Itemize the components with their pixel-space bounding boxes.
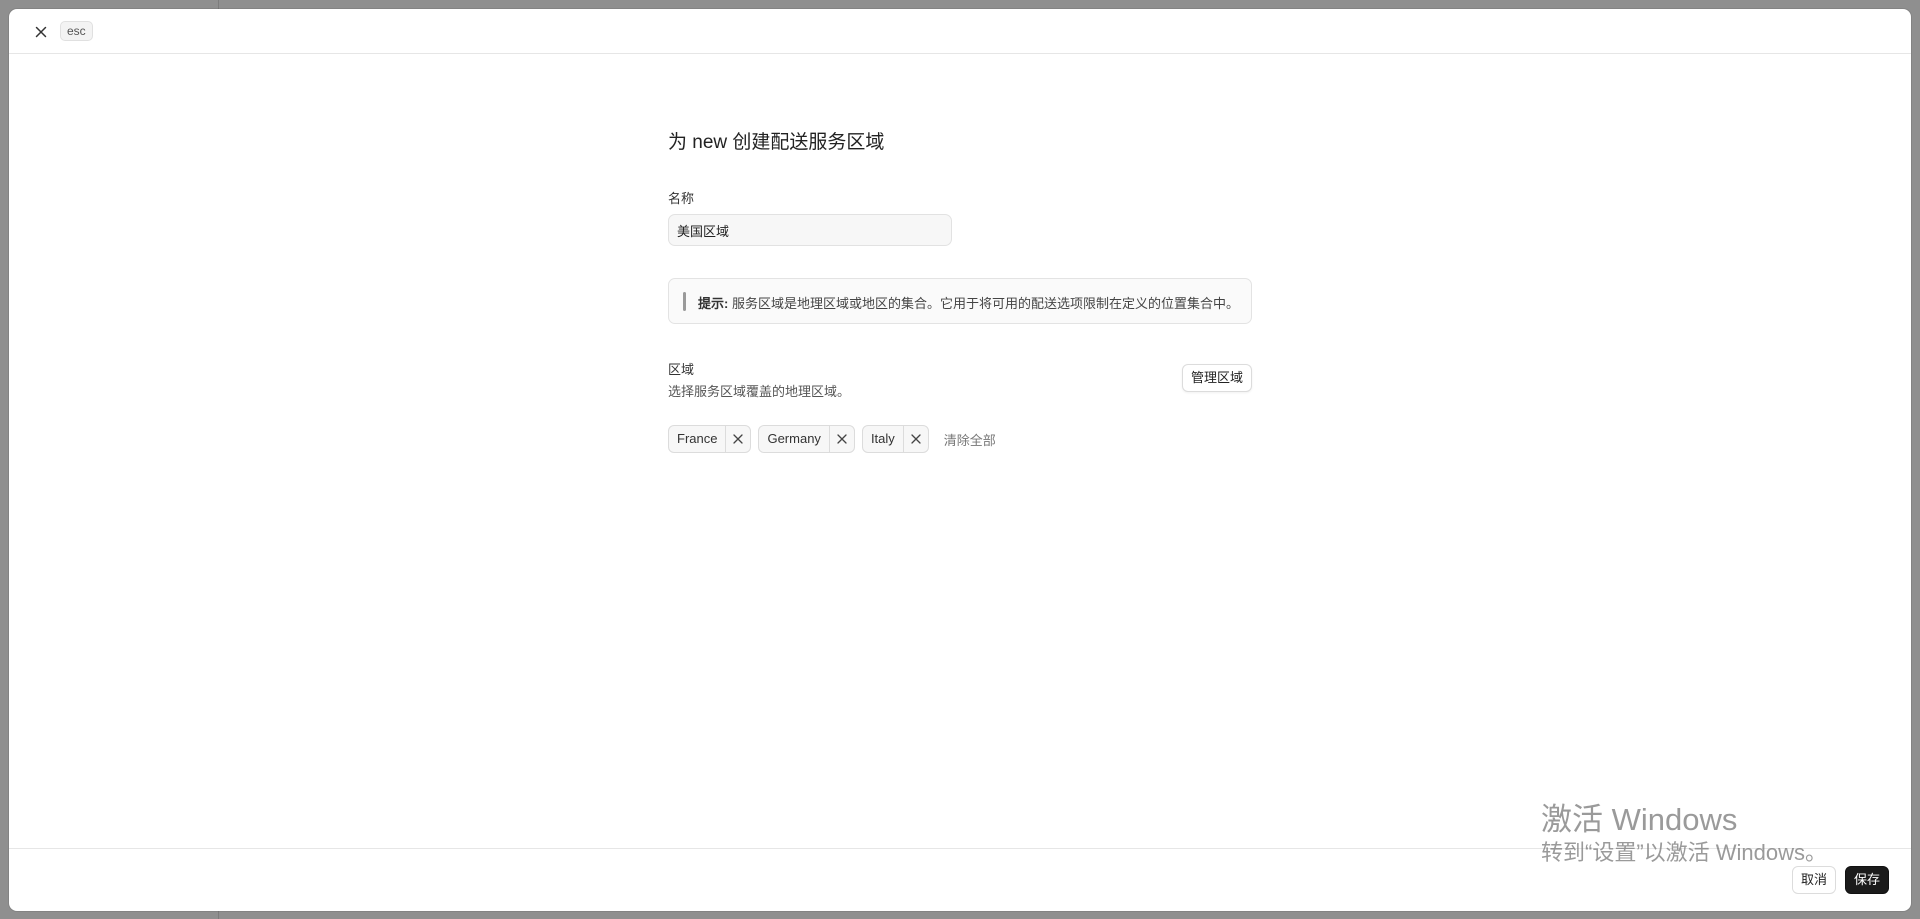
region-tag: Germany (758, 425, 855, 453)
hint-accent-bar (683, 292, 686, 311)
hint-body: 服务区域是地理区域或地区的集合。它用于将可用的配送选项限制在定义的位置集合中。 (731, 296, 1239, 311)
regions-description: 选择服务区域覆盖的地理区域。 (668, 384, 851, 399)
name-label: 名称 (668, 191, 695, 206)
close-button[interactable] (31, 22, 51, 42)
region-tag-label: Italy (870, 431, 895, 446)
hint-text: 提示: 服务区域是地理区域或地区的集合。它用于将可用的配送选项限制在定义的位置集… (698, 293, 1239, 312)
name-input[interactable] (668, 214, 952, 246)
regions-title: 区域 (668, 362, 695, 377)
close-icon (35, 26, 47, 38)
close-icon (733, 434, 744, 444)
remove-tag-button[interactable] (902, 426, 928, 452)
modal-footer: 取消 保存 (9, 848, 1911, 911)
manage-regions-button[interactable]: 管理区域 (1181, 364, 1252, 392)
close-icon (837, 434, 847, 444)
cancel-button[interactable]: 取消 (1791, 866, 1836, 894)
close-icon (911, 434, 921, 444)
hint-prefix: 提示: (698, 296, 729, 311)
region-tag: Italy (861, 425, 929, 453)
page-title: 为 new 创建配送服务区域 (668, 132, 885, 153)
region-tag-label: Germany (767, 431, 821, 446)
hint-box: 提示: 服务区域是地理区域或地区的集合。它用于将可用的配送选项限制在定义的位置集… (668, 278, 1252, 324)
region-tags: France Germany Italy 清除全部 (668, 425, 996, 453)
esc-shortcut-badge: esc (60, 21, 93, 41)
create-service-zone-modal: esc 为 new 创建配送服务区域 名称 提示: 服务区域是地理区域或地区的集… (9, 9, 1911, 911)
remove-tag-button[interactable] (828, 426, 854, 452)
modal-top-bar: esc (9, 9, 1911, 54)
save-button[interactable]: 保存 (1844, 866, 1889, 894)
clear-all-button[interactable]: 清除全部 (944, 430, 996, 449)
region-tag-label: France (677, 431, 718, 446)
region-tag: France (668, 425, 752, 453)
remove-tag-button[interactable] (725, 426, 750, 452)
